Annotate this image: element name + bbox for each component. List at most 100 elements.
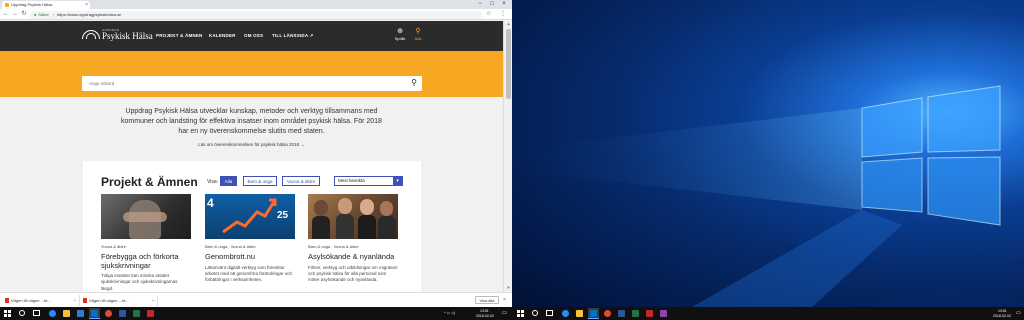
scroll-thumb[interactable] (506, 29, 511, 99)
chrome-icon[interactable] (105, 310, 112, 317)
search-input[interactable] (82, 76, 402, 91)
tab-close-icon[interactable]: × (85, 1, 88, 9)
word-icon[interactable] (618, 310, 625, 317)
minimize-button[interactable]: − (474, 0, 486, 9)
filter-label: Visa: (207, 179, 219, 185)
search-band: ⚲ (0, 51, 503, 97)
mail-icon[interactable] (77, 310, 84, 317)
project-card[interactable]: 4 25 Barn & unga , Vuxna & äldre Genombr… (205, 194, 295, 292)
clock-date[interactable]: 2018-02-02 (476, 314, 494, 318)
nav-kalender[interactable]: KALENDER (209, 33, 236, 38)
edge-icon[interactable] (49, 310, 56, 317)
filter-alla[interactable]: Alla (220, 176, 237, 186)
outlook-icon[interactable] (590, 310, 597, 317)
pdf-file-icon (5, 298, 9, 303)
intro-text: Uppdrag Psykisk Hälsa utvecklar kunskap,… (121, 108, 382, 135)
scroll-down-icon[interactable]: ▼ (504, 285, 512, 290)
task-view-icon[interactable] (33, 310, 40, 316)
acrobat-icon[interactable] (147, 310, 154, 317)
card-image-growth-chart: 4 25 (205, 194, 295, 239)
task-view-icon[interactable] (546, 310, 553, 316)
acrobat-icon[interactable] (646, 310, 653, 317)
card-category: Barn & unga , Vuxna & äldre (205, 244, 256, 249)
image-number-left: 4 (207, 196, 214, 210)
language-button[interactable]: ⊕ Språk (392, 28, 408, 42)
card-category: Vuxna & äldre (101, 244, 126, 249)
show-all-downloads-button[interactable]: Visa alla (475, 296, 499, 304)
browser-menu-icon[interactable]: ⋮ (500, 10, 506, 19)
app-icon[interactable] (660, 310, 667, 317)
dual-monitor-desktop: Uppdrag Psykisk Hälsa × − □ × ← → ↻ ● Säk… (0, 0, 1024, 320)
language-label: Språk (394, 36, 406, 41)
scroll-up-icon[interactable]: ▲ (504, 21, 512, 26)
sort-selected-value: Mest besökta (338, 178, 365, 183)
download-item[interactable]: Vägen till vägen ...ht... ^ (82, 295, 158, 306)
search-icon[interactable] (532, 310, 538, 316)
nav-om-oss[interactable]: OM OSS (244, 33, 263, 38)
reload-button[interactable]: ↻ (20, 10, 28, 19)
chrome-icon[interactable] (604, 310, 611, 317)
agreement-link[interactable]: Läs om överenskommelsen för psykisk häls… (120, 142, 383, 147)
site-header: UPPDRAG Psykisk Hälsa PROJEKT & ÄMNEN KA… (0, 21, 503, 51)
project-card[interactable]: Barn & unga , Vuxna & äldre Asylsökande … (308, 194, 398, 292)
file-explorer-icon[interactable] (576, 310, 583, 317)
lock-icon: ● (34, 11, 37, 17)
search-icon: ⚲ (415, 28, 421, 35)
forward-button[interactable]: → (11, 10, 19, 19)
browser-tab[interactable]: Uppdrag Psykisk Hälsa × (2, 1, 90, 9)
filter-vuxna-aldre[interactable]: Vuxna & äldre (282, 176, 320, 186)
download-filename: Vägen till vägen ...ht... (89, 298, 129, 303)
search-submit-icon[interactable]: ⚲ (411, 78, 417, 88)
browser-toolbar: ← → ↻ ● Säker | https://www.uppdragpsykiskh… (0, 9, 512, 20)
card-title: Förebygga och förkorta sjukskrivningar (101, 252, 179, 270)
download-item[interactable]: Vägen till vägen ...ht... ^ (4, 295, 80, 306)
left-monitor: Uppdrag Psykisk Hälsa × − □ × ← → ↻ ● Säk… (0, 0, 512, 320)
left-taskbar: ^ ▭ ◁) 13:51 2018-02-02 ▭ (0, 307, 512, 320)
site-logo[interactable]: UPPDRAG Psykisk Hälsa (82, 28, 153, 44)
page-viewport: UPPDRAG Psykisk Hälsa PROJEKT & ÄMNEN KA… (0, 21, 503, 292)
windows-start-icon[interactable] (517, 310, 524, 317)
excel-icon[interactable] (133, 310, 140, 317)
clock-time[interactable]: 13:51 (480, 309, 489, 313)
file-explorer-icon[interactable] (63, 310, 70, 317)
globe-icon: ⊕ (397, 28, 403, 35)
tray-icons[interactable]: ^ ▭ ◁) (444, 311, 455, 315)
edge-icon[interactable] (562, 310, 569, 317)
sort-dropdown[interactable]: Mest besökta ▾ (334, 176, 403, 186)
nav-till-lanssida[interactable]: TILL LÄNSSIDA ↗ (272, 33, 314, 39)
project-card[interactable]: Vuxna & äldre Förebygga och förkorta sju… (101, 194, 191, 292)
windows-start-icon[interactable] (4, 310, 11, 317)
notifications-icon[interactable]: ▭ (1016, 310, 1021, 316)
close-downloads-icon[interactable]: × (503, 295, 506, 305)
downloads-bar: Vägen till vägen ...ht... ^ Vägen till v… (0, 292, 512, 307)
image-number-right: 25 (277, 210, 289, 221)
word-icon[interactable] (119, 310, 126, 317)
outlook-icon[interactable] (91, 310, 98, 317)
close-window-button[interactable]: × (498, 0, 510, 9)
notifications-icon[interactable]: ▭ (502, 310, 507, 316)
page-scrollbar[interactable]: ▲ ▼ (503, 21, 512, 292)
logo-inner-arc-icon (86, 33, 96, 39)
card-description: Filmer, verktyg och utbildningar om migr… (308, 264, 398, 283)
clock-date[interactable]: 2018-02-02 (993, 314, 1011, 318)
search-icon[interactable] (19, 310, 25, 316)
search-toggle-button[interactable]: ⚲ Sök (410, 28, 426, 42)
nav-projekt-amnen[interactable]: PROJEKT & ÄMNEN (156, 33, 203, 38)
chevron-up-icon[interactable]: ^ (74, 295, 76, 306)
bookmark-star-icon[interactable]: ☆ (486, 10, 491, 19)
url-separator: | (52, 11, 54, 17)
right-taskbar: 13:51 2018-02-02 ▭ (512, 307, 1024, 320)
address-bar[interactable]: ● Säker | https://www.uppdragpsykiskhalsa.s… (30, 10, 482, 19)
right-monitor-desktop: 13:51 2018-02-02 ▭ (512, 0, 1024, 320)
card-title: Genombrott.nu (205, 252, 256, 261)
filter-barn-unga[interactable]: Barn & unga (243, 176, 277, 186)
chevron-up-icon[interactable]: ^ (152, 295, 154, 306)
card-title: Asylsökande & nyanlända (308, 252, 395, 261)
browser-tabstrip: Uppdrag Psykisk Hälsa × − □ × (0, 0, 512, 9)
site-favicon-icon (5, 3, 9, 7)
back-button[interactable]: ← (2, 10, 10, 19)
excel-icon[interactable] (632, 310, 639, 317)
tab-title: Uppdrag Psykisk Hälsa (11, 2, 53, 7)
clock-time[interactable]: 13:51 (998, 309, 1007, 313)
maximize-button[interactable]: □ (486, 0, 498, 9)
